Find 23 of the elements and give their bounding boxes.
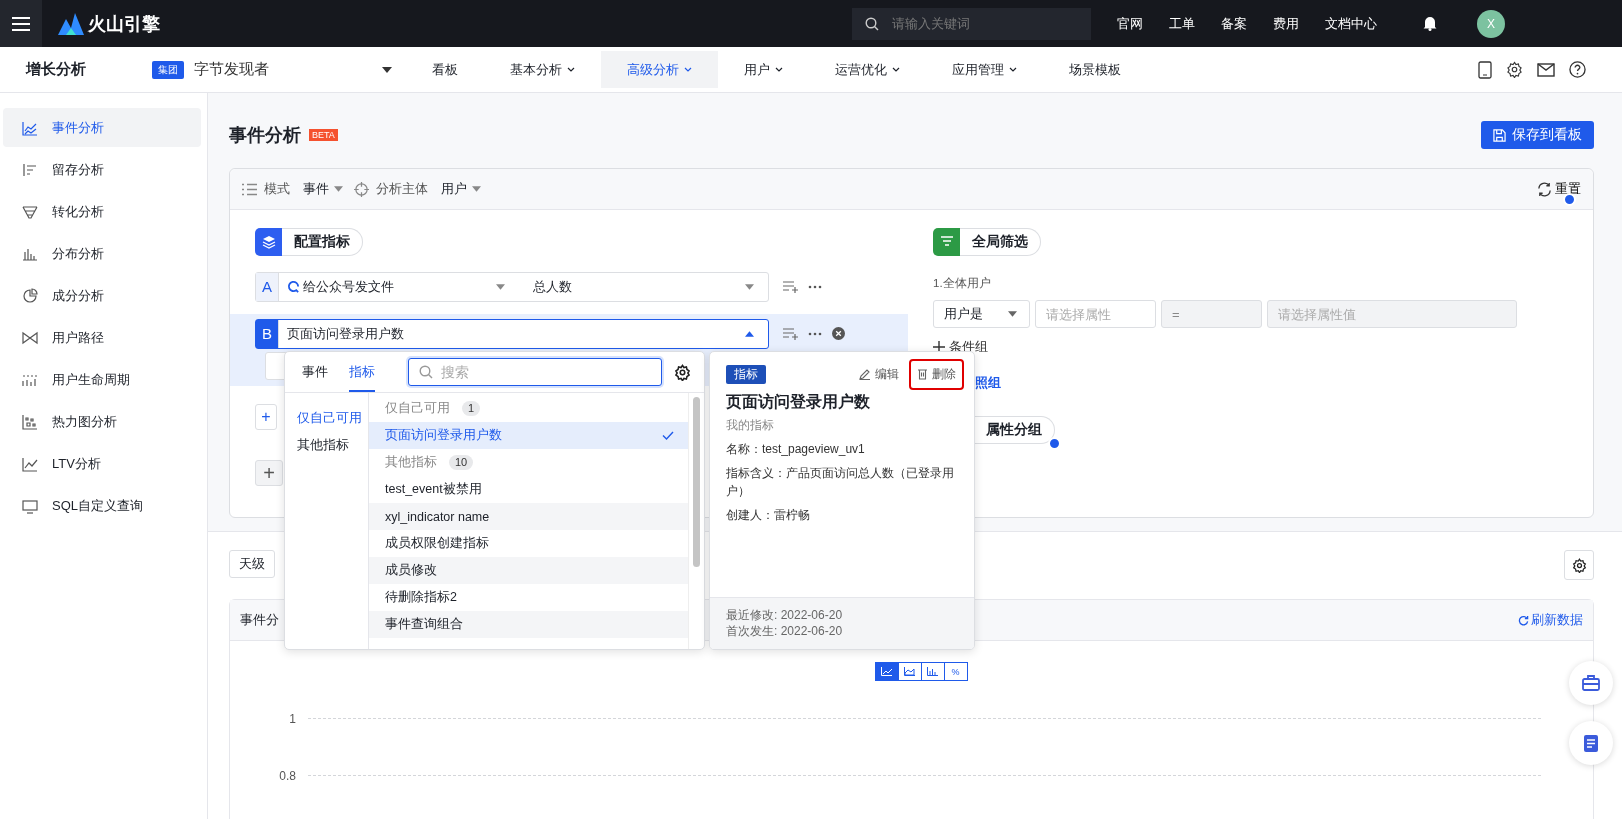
metric-field: 指标含义：产品页面访问总人数（已登录用户） (726, 464, 964, 500)
type-badge: 指标 (726, 364, 766, 384)
group-header: 仅自己可用 (385, 400, 450, 417)
count-badge: 10 (449, 455, 474, 470)
beta-badge: BETA (309, 129, 338, 141)
axis-label: 0.8 (278, 768, 296, 783)
chart-title: 事件分 (240, 611, 279, 629)
date-text: 最近修改: 2022-06-20 (726, 607, 844, 623)
subject-label: 分析主体 (376, 180, 428, 198)
axis-label: 1 (288, 711, 296, 726)
metric-subtitle: 我的指标 (726, 417, 775, 434)
org-badge: 集团 (152, 60, 184, 79)
page-title: 事件分析 (229, 124, 301, 147)
metric-field: 名称：test_pageview_uv1 (726, 440, 964, 458)
mode-label: 模式 (264, 180, 290, 198)
brand-name: 火山引擎 (88, 12, 160, 36)
count-badge: 1 (462, 401, 481, 416)
metric-field: 创建人：雷柠畅 (726, 506, 964, 524)
filter-group-label: 1.全体用户 (933, 276, 992, 291)
metric-title: 页面访问登录用户数 (726, 392, 871, 412)
group-header: 其他指标 (385, 454, 437, 471)
product-name: 增长分析 (26, 60, 86, 79)
date-text: 首次发生: 2022-06-20 (726, 623, 844, 639)
